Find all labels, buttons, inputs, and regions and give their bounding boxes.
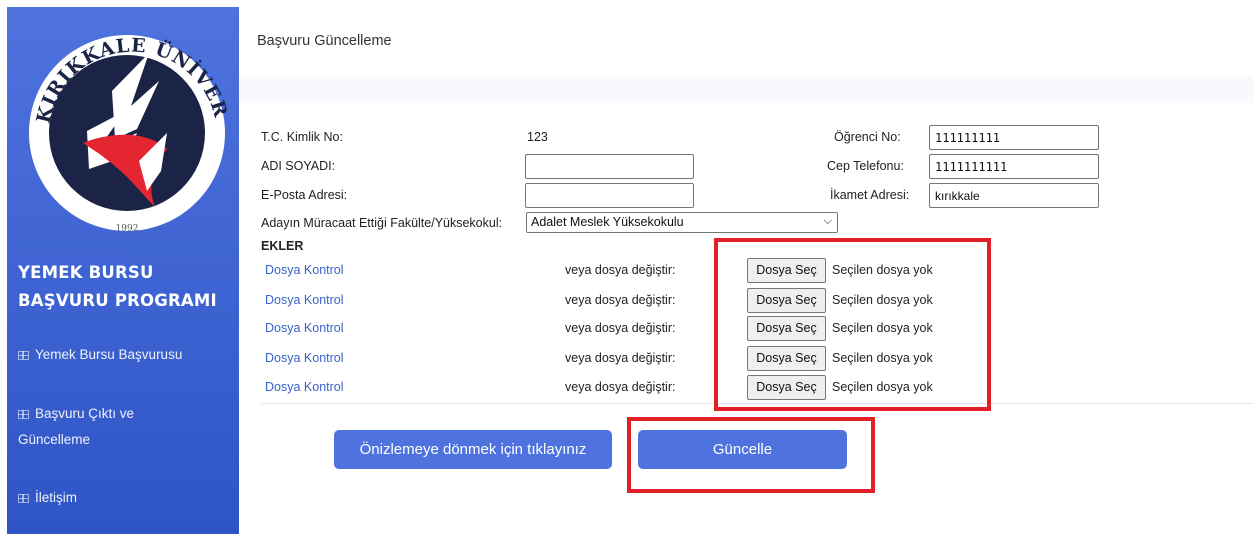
sidebar: KIRIKKALE ÜNİVERSİTESİ 1992 YEMEK BURSU … (7, 0, 239, 534)
page-title: Başvuru Güncelleme (257, 33, 392, 49)
file-status-4: Seçilen dosya yok (832, 351, 933, 365)
file-status-3: Seçilen dosya yok (832, 321, 933, 335)
address-label: İkamet Adresi: (830, 188, 910, 202)
sidebar-item-label-line2: Güncelleme (18, 432, 91, 447)
choose-file-button-5[interactable]: Dosya Seç (747, 375, 826, 400)
faculty-select[interactable]: Adalet Meslek Yüksekokulu ⌵ (526, 212, 838, 233)
faculty-label: Adayın Müracaat Ettiği Fakülte/Yüksekoku… (261, 216, 503, 230)
file-status-2: Seçilen dosya yok (832, 293, 933, 307)
sidebar-item-label: Yemek Bursu Başvurusu (35, 347, 183, 362)
tc-value: 123 (527, 130, 548, 144)
change-file-label-4: veya dosya değiştir: (565, 351, 676, 365)
program-title-line1: YEMEK BURSU (18, 263, 154, 282)
student-no-field[interactable] (929, 125, 1099, 150)
sidebar-item-label: Başvuru Çıktı ve (35, 406, 135, 421)
chevron-down-icon: ⌵ (823, 215, 832, 227)
name-label: ADI SOYADI: (261, 159, 336, 173)
grid-icon (18, 351, 29, 360)
file-check-link-4[interactable]: Dosya Kontrol (265, 351, 344, 365)
change-file-label-1: veya dosya değiştir: (565, 263, 676, 277)
grid-icon (18, 410, 29, 419)
change-file-label-3: veya dosya değiştir: (565, 321, 676, 335)
faculty-selected-value: Adalet Meslek Yüksekokulu (531, 215, 684, 229)
attachments-heading: EKLER (261, 239, 304, 253)
name-field[interactable] (525, 154, 694, 179)
sidebar-item-iletisim[interactable]: İletişim (18, 485, 233, 511)
logo-year: 1992 (116, 224, 139, 234)
grid-icon (18, 494, 29, 503)
update-button[interactable]: Güncelle (638, 430, 847, 469)
sidebar-item-yemek-bursu-basvurusu[interactable]: Yemek Bursu Başvurusu (18, 342, 233, 368)
phone-field[interactable] (929, 154, 1099, 179)
change-file-label-2: veya dosya değiştir: (565, 293, 676, 307)
sidebar-item-basvuru-cikti[interactable]: Başvuru Çıktı ve Güncelleme (18, 401, 233, 453)
email-field[interactable] (525, 183, 694, 208)
tc-label: T.C. Kimlik No: (261, 130, 343, 144)
file-status-1: Seçilen dosya yok (832, 263, 933, 277)
address-field[interactable] (929, 183, 1099, 208)
student-no-label: Öğrenci No: (834, 130, 901, 144)
file-check-link-2[interactable]: Dosya Kontrol (265, 293, 344, 307)
file-check-link-1[interactable]: Dosya Kontrol (265, 263, 344, 277)
phone-label: Cep Telefonu: (827, 159, 904, 173)
choose-file-button-1[interactable]: Dosya Seç (747, 258, 826, 283)
file-status-5: Seçilen dosya yok (832, 380, 933, 394)
email-label: E-Posta Adresi: (261, 188, 348, 202)
file-check-link-5[interactable]: Dosya Kontrol (265, 380, 344, 394)
divider (261, 403, 1253, 404)
choose-file-button-3[interactable]: Dosya Seç (747, 316, 826, 341)
topbar: Başvuru Güncelleme (239, 7, 1253, 77)
choose-file-button-2[interactable]: Dosya Seç (747, 288, 826, 313)
program-title: YEMEK BURSU BAŞVURU PROGRAMI (18, 259, 233, 315)
university-logo: KIRIKKALE ÜNİVERSİTESİ 1992 (19, 0, 230, 243)
choose-file-button-4[interactable]: Dosya Seç (747, 346, 826, 371)
file-check-link-3[interactable]: Dosya Kontrol (265, 321, 344, 335)
content-background (239, 77, 1253, 103)
back-to-preview-button[interactable]: Önizlemeye dönmek için tıklayınız (334, 430, 612, 469)
change-file-label-5: veya dosya değiştir: (565, 380, 676, 394)
sidebar-item-label: İletişim (35, 490, 78, 505)
program-title-line2: BAŞVURU PROGRAMI (18, 291, 217, 310)
